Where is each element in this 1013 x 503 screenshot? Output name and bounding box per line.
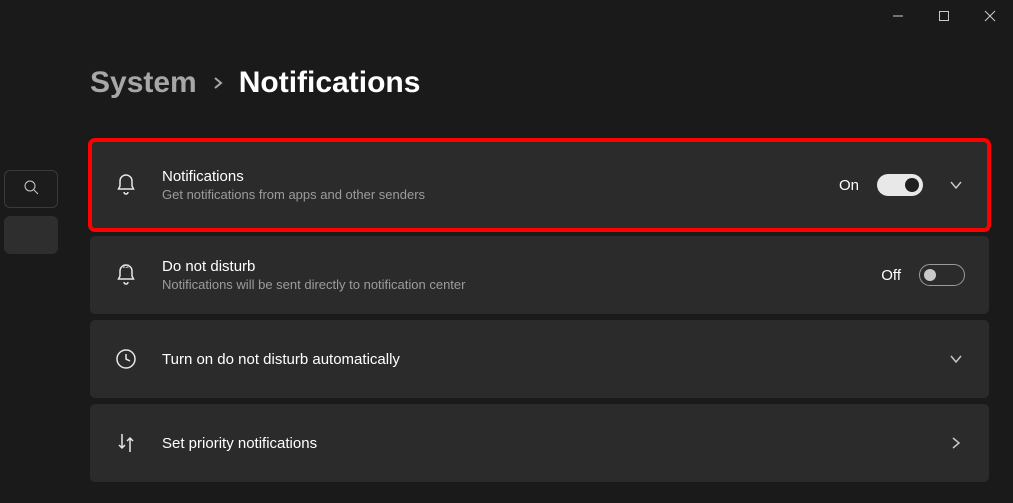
card-subtitle: Get notifications from apps and other se… bbox=[162, 187, 839, 202]
toggle-knob bbox=[905, 178, 919, 192]
card-text: Do not disturb Notifications will be sen… bbox=[162, 258, 881, 292]
close-button[interactable] bbox=[967, 0, 1013, 32]
chevron-down-icon[interactable] bbox=[947, 350, 965, 368]
window-titlebar bbox=[875, 0, 1013, 32]
card-text: Turn on do not disturb automatically bbox=[162, 351, 941, 368]
toggle-state-label: On bbox=[839, 177, 859, 194]
card-controls: On bbox=[839, 174, 965, 196]
breadcrumb-parent[interactable]: System bbox=[90, 66, 197, 100]
card-subtitle: Notifications will be sent directly to n… bbox=[162, 277, 881, 292]
do-not-disturb-card[interactable]: zz Do not disturb Notifications will be … bbox=[90, 236, 989, 314]
notifications-toggle[interactable] bbox=[877, 174, 923, 196]
toggle-state-label: Off bbox=[881, 267, 901, 284]
card-title: Turn on do not disturb automatically bbox=[162, 351, 941, 368]
toggle-knob bbox=[924, 269, 936, 281]
nav-item[interactable] bbox=[4, 216, 58, 254]
dnd-toggle[interactable] bbox=[919, 264, 965, 286]
content-area: System Notifications Notifications Get n… bbox=[90, 66, 989, 482]
card-title: Do not disturb bbox=[162, 258, 881, 275]
card-title: Notifications bbox=[162, 168, 839, 185]
notifications-card[interactable]: Notifications Get notifications from app… bbox=[90, 140, 989, 230]
clock-icon bbox=[114, 347, 138, 371]
maximize-button[interactable] bbox=[921, 0, 967, 32]
auto-dnd-card[interactable]: Turn on do not disturb automatically bbox=[90, 320, 989, 398]
chevron-right-icon[interactable] bbox=[947, 434, 965, 452]
priority-card[interactable]: Set priority notifications bbox=[90, 404, 989, 482]
breadcrumb: System Notifications bbox=[90, 66, 989, 100]
card-text: Set priority notifications bbox=[162, 435, 941, 452]
breadcrumb-current: Notifications bbox=[239, 66, 421, 100]
svg-text:zz: zz bbox=[123, 264, 129, 270]
minimize-button[interactable] bbox=[875, 0, 921, 32]
settings-cards: Notifications Get notifications from app… bbox=[90, 140, 989, 482]
bell-icon bbox=[114, 173, 138, 197]
priority-icon bbox=[114, 431, 138, 455]
card-controls bbox=[941, 434, 965, 452]
search-icon bbox=[23, 179, 39, 200]
chevron-right-icon bbox=[211, 76, 225, 90]
card-controls: Off bbox=[881, 264, 965, 286]
chevron-down-icon[interactable] bbox=[947, 176, 965, 194]
left-rail bbox=[0, 170, 62, 254]
dnd-bell-icon: zz bbox=[114, 263, 138, 287]
card-text: Notifications Get notifications from app… bbox=[162, 168, 839, 202]
search-button[interactable] bbox=[4, 170, 58, 208]
card-controls bbox=[941, 350, 965, 368]
card-title: Set priority notifications bbox=[162, 435, 941, 452]
